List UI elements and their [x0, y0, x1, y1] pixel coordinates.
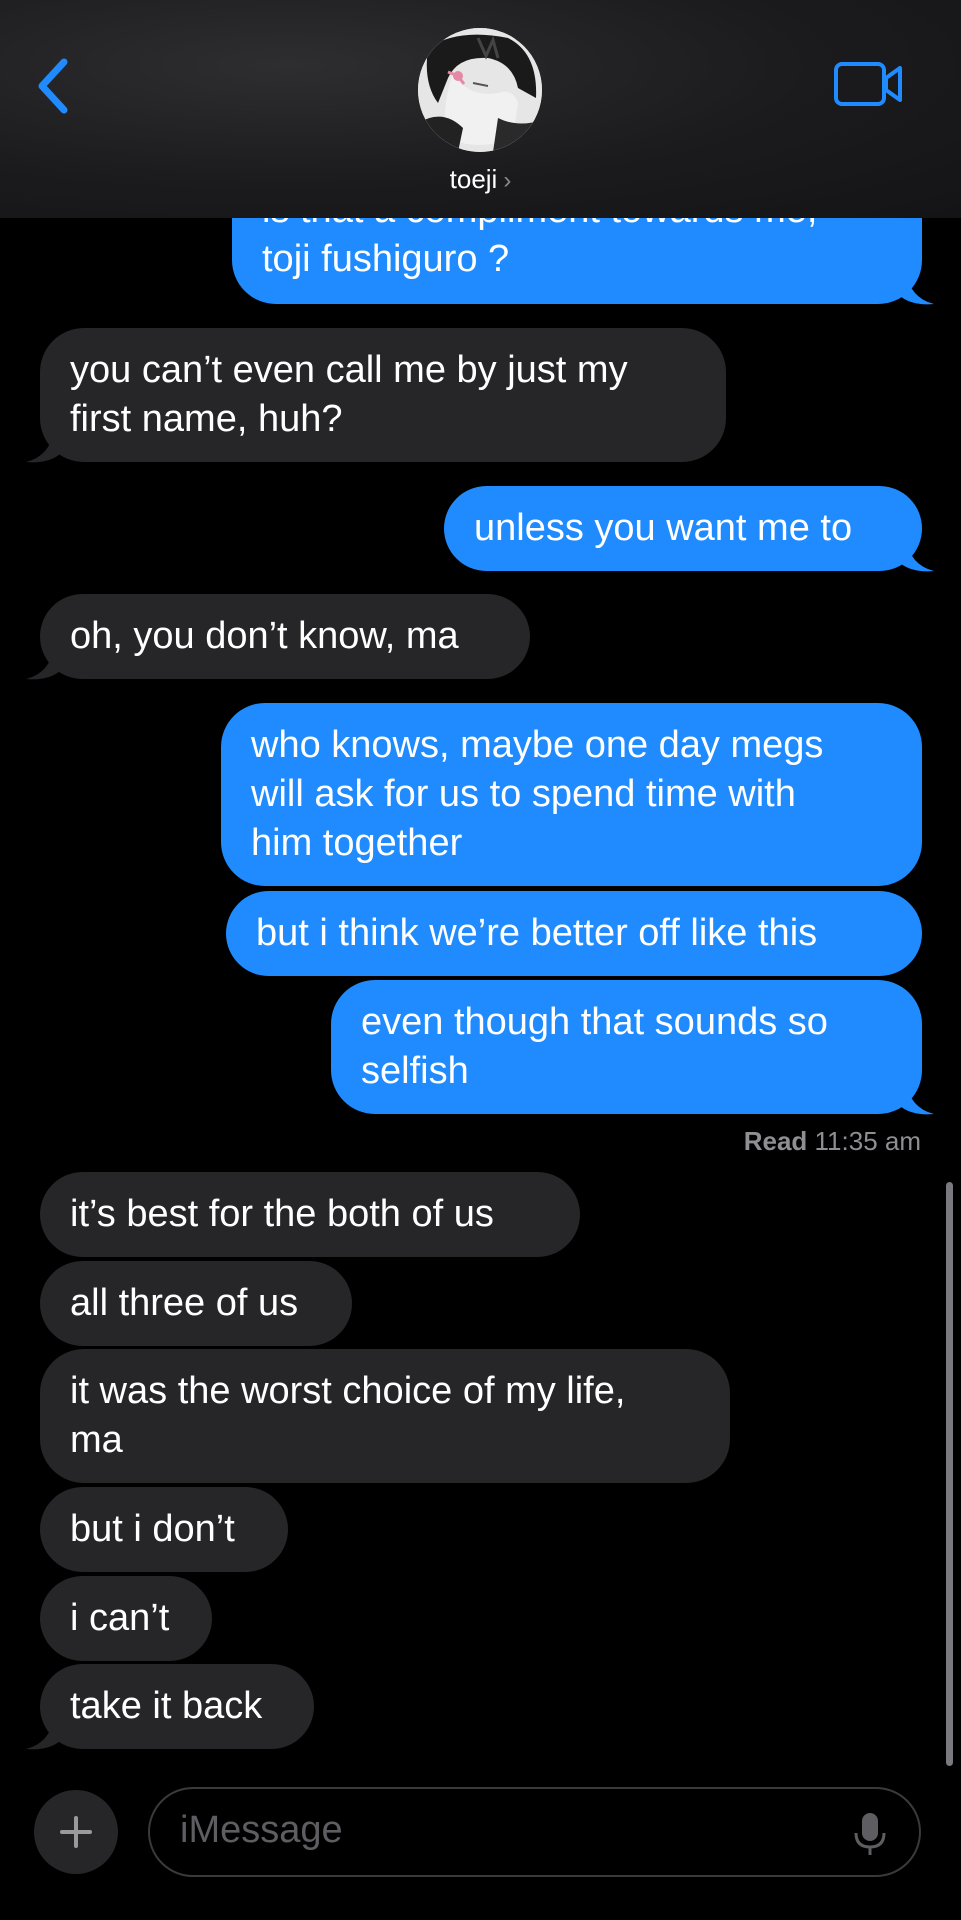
plus-icon: [60, 1816, 92, 1848]
message-line: you can’t even call me by just my: [70, 349, 628, 391]
read-label: Read: [743, 1126, 808, 1156]
read-receipt: Read 11:35 am: [744, 1126, 921, 1157]
back-button[interactable]: [30, 52, 90, 122]
apps-plus-button[interactable]: [34, 1790, 118, 1874]
input-placeholder: iMessage: [180, 1809, 343, 1851]
message-bubble-sent[interactable]: even though that sounds so selfish: [331, 980, 922, 1114]
message-bubble-received[interactable]: but i don’t: [40, 1487, 288, 1572]
chevron-left-icon: [38, 58, 68, 114]
contact-name: toeji: [449, 164, 498, 194]
message-line: ma: [70, 1419, 123, 1461]
message-line: all three of us: [70, 1282, 299, 1324]
message-line: him together: [251, 822, 463, 864]
message-line: it was the worst choice of my life,: [70, 1370, 626, 1412]
message-bubble-sent[interactable]: but i think we’re better off like this: [226, 891, 922, 976]
message-line: who knows, maybe one day megs: [251, 724, 824, 766]
conversation-header: toeji ›: [0, 0, 961, 218]
message-line: first name, huh?: [70, 398, 343, 440]
message-line: unless you want me to: [474, 507, 853, 549]
message-line: oh, you don’t know, ma: [70, 615, 459, 657]
bubble-tail: [900, 539, 934, 572]
message-line: even though that sounds so: [361, 1001, 828, 1043]
read-time: 11:35 am: [814, 1126, 921, 1156]
message-bubble-received[interactable]: i can’t: [40, 1576, 212, 1661]
message-line: i can’t: [70, 1597, 170, 1639]
message-bubble-sent[interactable]: unless you want me to: [444, 486, 922, 571]
message-bubble-received[interactable]: take it back: [40, 1664, 314, 1749]
message-bubble-sent[interactable]: who knows, maybe one day megs will ask f…: [221, 703, 922, 886]
imessage-input[interactable]: iMessage: [148, 1787, 921, 1877]
bubble-tail: [26, 430, 60, 463]
message-line: toji fushiguro ?: [262, 238, 510, 280]
scrollbar[interactable]: [946, 1182, 953, 1766]
avatar-image: [418, 28, 542, 152]
video-camera-icon: [834, 62, 902, 106]
message-line: but i think we’re better off like this: [256, 912, 818, 954]
message-bubble-received[interactable]: oh, you don’t know, ma: [40, 594, 530, 679]
bubble-tail: [900, 1082, 934, 1115]
message-line: it’s best for the both of us: [70, 1193, 494, 1235]
message-bubble-received[interactable]: it was the worst choice of my life, ma: [40, 1349, 730, 1483]
contact-name-button[interactable]: toeji ›: [0, 164, 961, 195]
message-bubble-received[interactable]: it’s best for the both of us: [40, 1172, 580, 1257]
facetime-video-button[interactable]: [832, 58, 906, 112]
bubble-tail: [26, 1717, 60, 1750]
message-line: but i don’t: [70, 1508, 235, 1550]
message-bubble-received[interactable]: all three of us: [40, 1261, 352, 1346]
message-line: will ask for us to spend time with: [251, 773, 796, 815]
chevron-right-icon: ›: [503, 167, 512, 194]
bubble-tail: [900, 272, 934, 305]
message-line: selfish: [361, 1050, 469, 1092]
message-bubble-received[interactable]: you can’t even call me by just my first …: [40, 328, 726, 462]
message-line: take it back: [70, 1685, 263, 1727]
bubble-tail: [26, 647, 60, 680]
microphone-icon[interactable]: [853, 1811, 887, 1857]
contact-avatar[interactable]: [418, 28, 542, 152]
